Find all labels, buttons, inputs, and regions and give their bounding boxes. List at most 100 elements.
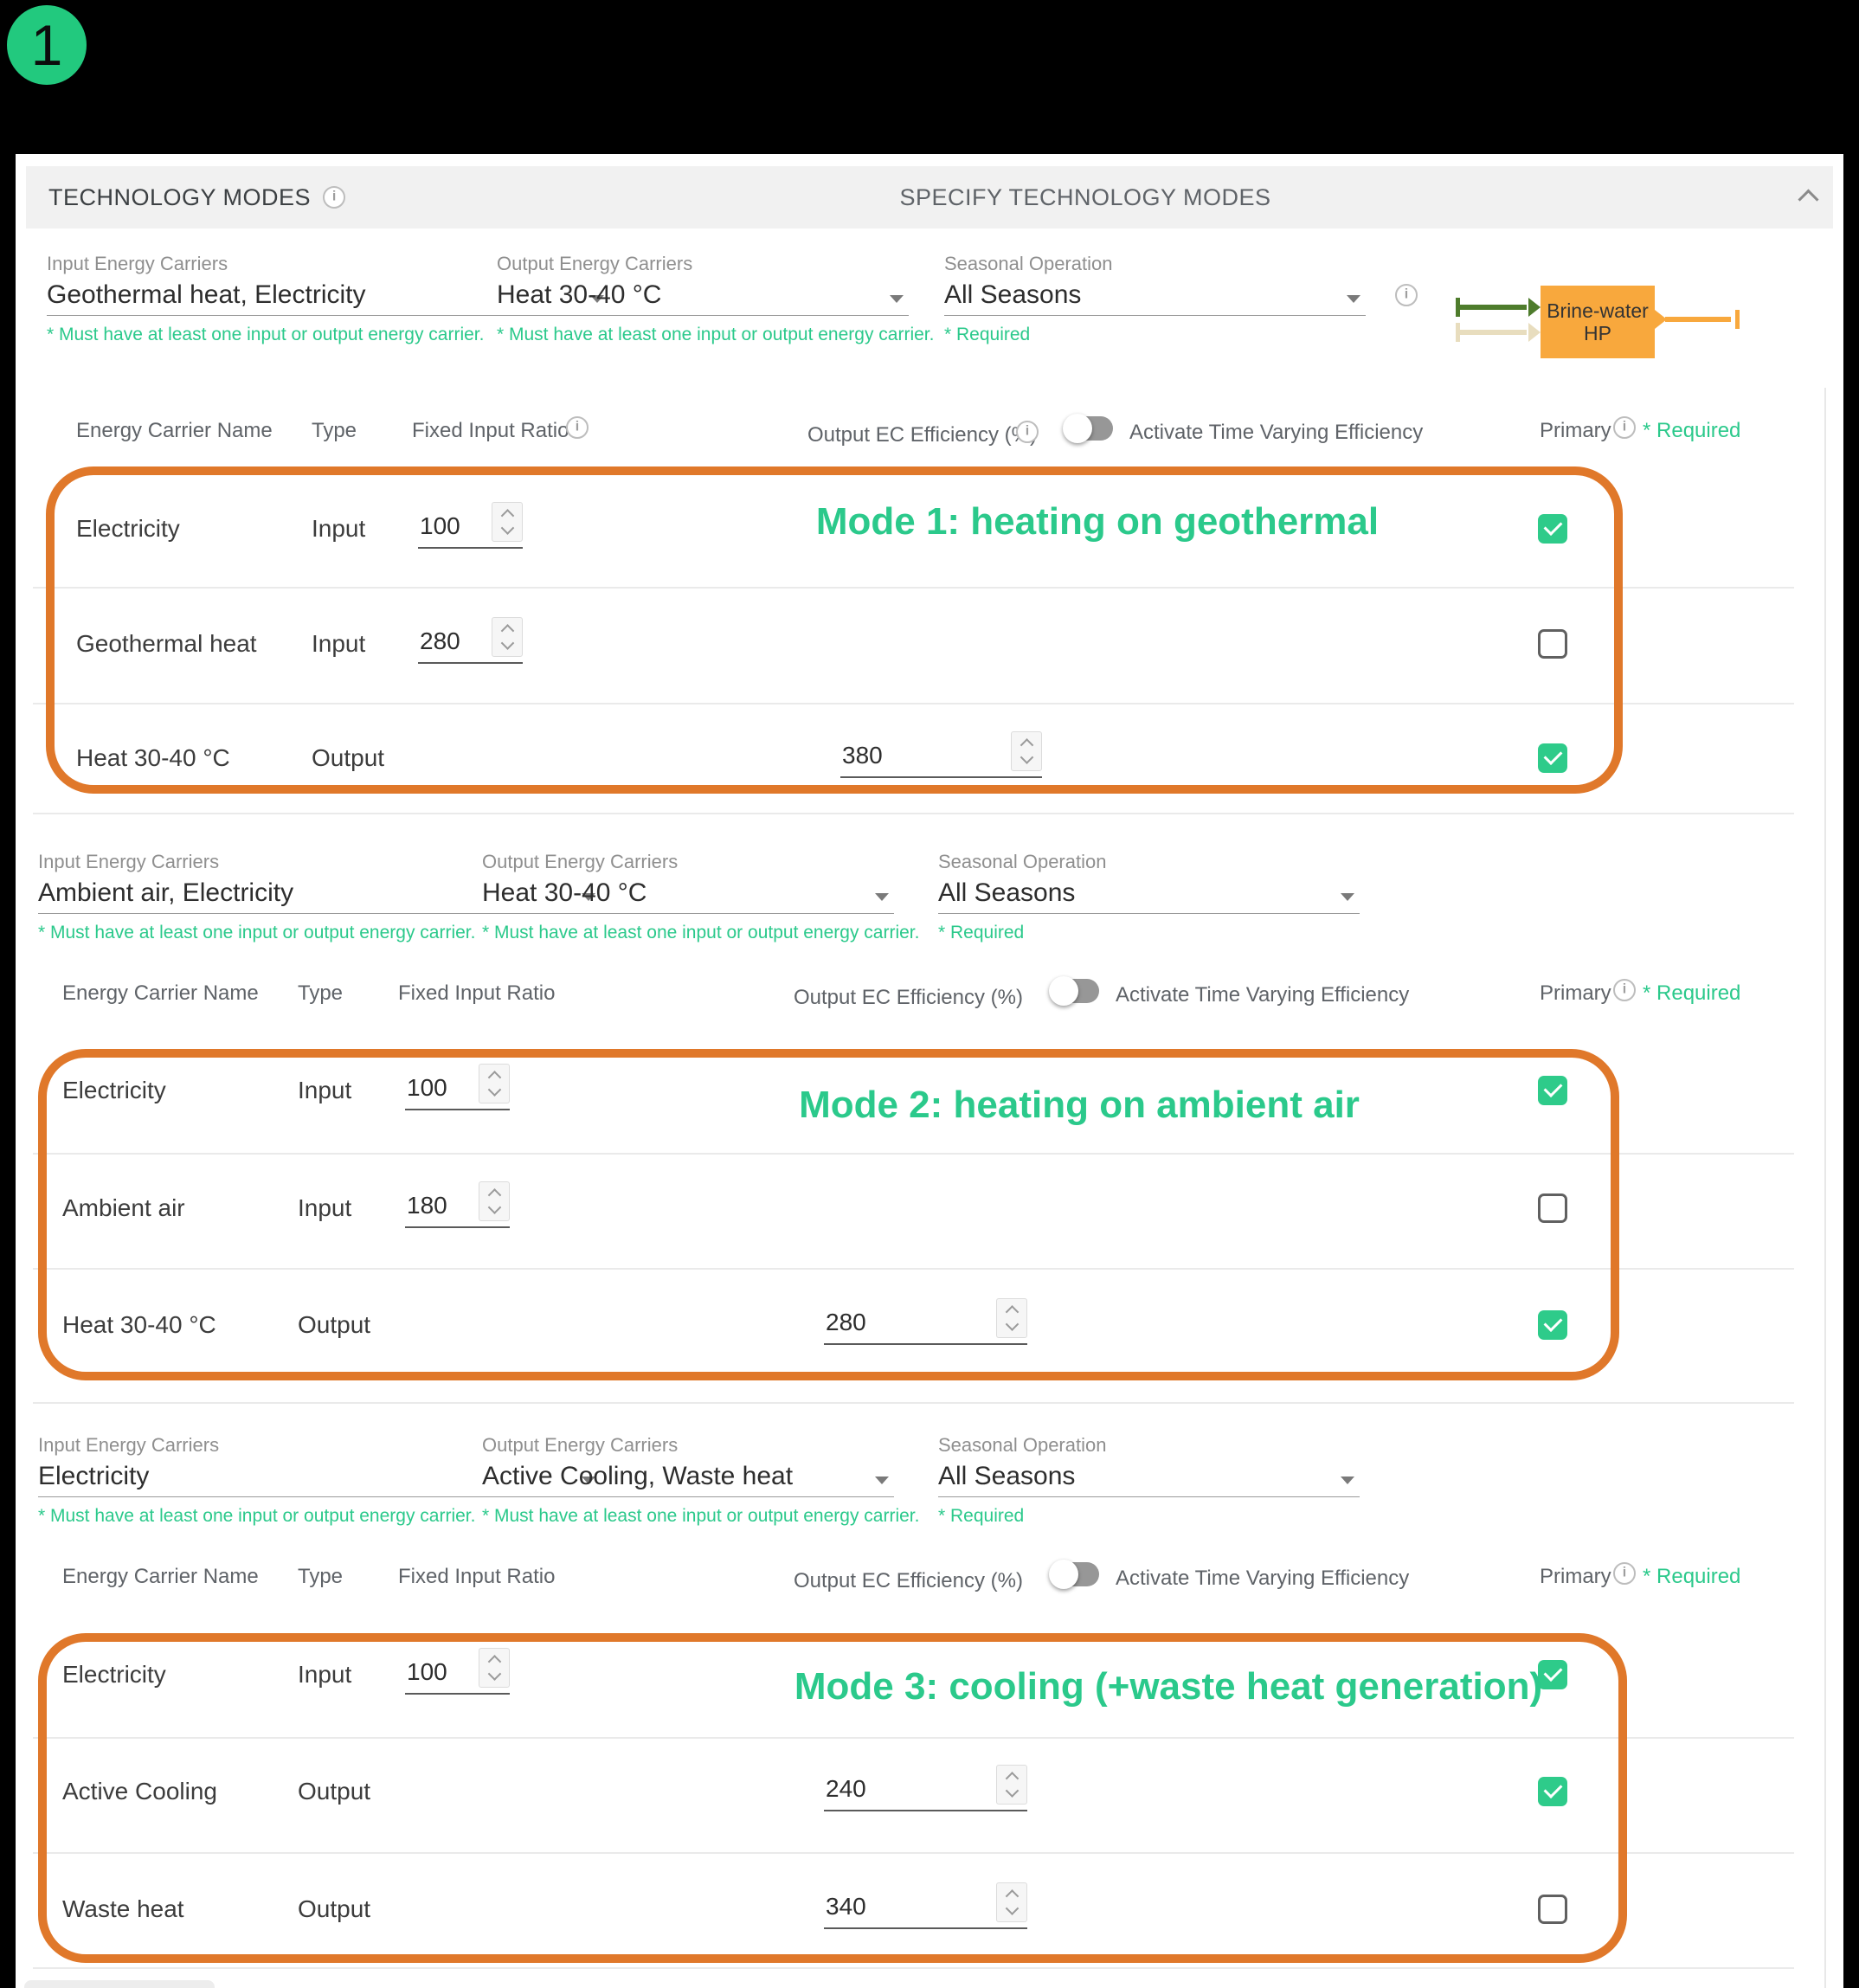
efficiency-value: 380: [842, 742, 883, 769]
info-icon[interactable]: [566, 416, 589, 439]
col-fixed-input-ratio: Fixed Input Ratio: [412, 419, 569, 443]
time-varying-efficiency-toggle[interactable]: [1049, 975, 1099, 1007]
primary-checkbox[interactable]: [1538, 1660, 1567, 1689]
col-fixed-input-ratio: Fixed Input Ratio: [398, 1565, 555, 1589]
row-carrier-name: Heat 30-40 °C: [76, 744, 230, 772]
ratio-value: 100: [420, 512, 460, 540]
row-carrier-type: Input: [298, 1194, 351, 1222]
number-stepper[interactable]: [996, 1298, 1027, 1338]
toggle-label: Activate Time Varying Efficiency: [1116, 1567, 1409, 1591]
ratio-value: 280: [420, 627, 460, 655]
output-efficiency-input[interactable]: 380: [840, 731, 1042, 778]
time-varying-efficiency-toggle[interactable]: [1063, 413, 1113, 444]
number-stepper[interactable]: [479, 1064, 510, 1103]
efficiency-value: 240: [826, 1775, 866, 1803]
mode1-seasonal-field: Seasonal Operation All Seasons * Require…: [944, 253, 1366, 345]
info-icon[interactable]: [1613, 1562, 1636, 1585]
fixed-input-ratio-input[interactable]: 100: [405, 1064, 510, 1110]
row-carrier-type: Output: [298, 1311, 370, 1339]
primary-checkbox[interactable]: [1538, 514, 1567, 544]
ratio-value: 180: [407, 1192, 447, 1219]
mode2-input-carriers-value: Ambient air, Electricity: [38, 878, 293, 908]
fixed-input-ratio-input[interactable]: 180: [405, 1181, 510, 1228]
col-energy-carrier-name: Energy Carrier Name: [62, 1565, 259, 1589]
row-divider: [33, 1153, 1794, 1155]
info-icon[interactable]: [1613, 979, 1636, 1001]
row-carrier-name: Electricity: [62, 1661, 166, 1689]
mode3-seasonal-helper: * Required: [938, 1506, 1360, 1527]
output-efficiency-input[interactable]: 340: [824, 1882, 1027, 1929]
row-carrier-type: Input: [312, 515, 365, 543]
mode1-output-carriers-select[interactable]: Heat 30-40 °C: [497, 279, 909, 316]
output-efficiency-input[interactable]: 240: [824, 1765, 1027, 1811]
mode3-output-carriers-select[interactable]: Active Cooling, Waste heat: [482, 1460, 894, 1497]
info-icon[interactable]: [323, 186, 345, 209]
fixed-input-ratio-input[interactable]: 100: [405, 1648, 510, 1695]
number-stepper[interactable]: [492, 502, 523, 542]
primary-checkbox[interactable]: [1538, 1895, 1567, 1924]
row-carrier-type: Input: [298, 1661, 351, 1689]
mode1-annotation-text: Mode 1: heating on geothermal: [621, 500, 1573, 544]
toggle-label: Activate Time Varying Efficiency: [1116, 983, 1409, 1007]
number-stepper[interactable]: [996, 1765, 1027, 1805]
primary-required-label: * Required: [1643, 1565, 1740, 1589]
input-arrow-green-icon: [1456, 298, 1541, 317]
row-carrier-type: Output: [312, 744, 384, 772]
mode1-seasonal-select[interactable]: All Seasons: [944, 279, 1366, 316]
primary-checkbox[interactable]: [1538, 1310, 1567, 1340]
mode1-annotation-outline: [46, 466, 1623, 794]
table-bottom-divider: [33, 813, 1794, 814]
output-carriers-label: Output Energy Carriers: [482, 851, 894, 873]
mode3-seasonal-field: Seasonal Operation All Seasons * Require…: [938, 1434, 1360, 1527]
seasonal-operation-label: Seasonal Operation: [938, 1434, 1360, 1457]
mode2-output-carriers-field: Output Energy Carriers Heat 30-40 °C * M…: [482, 851, 894, 943]
panel-title: TECHNOLOGY MODES: [48, 184, 311, 211]
col-energy-carrier-name: Energy Carrier Name: [62, 981, 259, 1006]
mode2-output-carriers-select[interactable]: Heat 30-40 °C: [482, 877, 894, 914]
row-carrier-name: Geothermal heat: [76, 630, 257, 658]
primary-checkbox[interactable]: [1538, 1777, 1567, 1806]
dropdown-caret-icon: [1341, 893, 1354, 901]
row-divider: [33, 1852, 1794, 1854]
mode2-output-helper: * Must have at least one input or output…: [482, 923, 894, 943]
time-varying-efficiency-toggle[interactable]: [1049, 1559, 1099, 1590]
primary-checkbox[interactable]: [1538, 743, 1567, 773]
col-output-ec-efficiency: Output EC Efficiency (%): [807, 423, 1037, 447]
primary-checkbox[interactable]: [1538, 1076, 1567, 1105]
number-stepper[interactable]: [1011, 731, 1042, 771]
table-bottom-divider: [33, 1402, 1794, 1404]
efficiency-value: 340: [826, 1893, 866, 1920]
fixed-input-ratio-input[interactable]: 280: [418, 617, 523, 664]
row-divider: [33, 1737, 1794, 1739]
info-icon[interactable]: [1395, 284, 1418, 306]
row-divider: [33, 587, 1794, 589]
dropdown-caret-icon: [1347, 295, 1360, 303]
info-icon[interactable]: [1613, 416, 1636, 439]
row-carrier-name: Active Cooling: [62, 1778, 217, 1805]
partial-button[interactable]: [24, 1980, 215, 1988]
mode3-seasonal-select[interactable]: All Seasons: [938, 1460, 1360, 1497]
primary-checkbox[interactable]: [1538, 1193, 1567, 1223]
chevron-up-icon[interactable]: [1797, 190, 1819, 206]
number-stepper[interactable]: [479, 1648, 510, 1688]
col-primary: Primary: [1540, 981, 1611, 1006]
primary-checkbox[interactable]: [1538, 629, 1567, 659]
diagram-label-line1: Brine-water: [1547, 299, 1649, 322]
input-arrow-beige-icon: [1456, 323, 1541, 342]
fixed-input-ratio-input[interactable]: 100: [418, 502, 523, 549]
mode3-annotation-text: Mode 3: cooling (+waste heat generation): [692, 1665, 1644, 1708]
output-arrow-orange-icon: [1655, 310, 1740, 329]
number-stepper[interactable]: [492, 617, 523, 657]
row-divider: [33, 1268, 1794, 1270]
step-badge: 1: [7, 5, 87, 85]
output-efficiency-input[interactable]: 280: [824, 1298, 1027, 1345]
number-stepper[interactable]: [996, 1882, 1027, 1922]
mode2-seasonal-field: Seasonal Operation All Seasons * Require…: [938, 851, 1360, 943]
mode2-seasonal-select[interactable]: All Seasons: [938, 877, 1360, 914]
number-stepper[interactable]: [479, 1181, 510, 1221]
mode2-seasonal-value: All Seasons: [938, 878, 1075, 908]
dropdown-caret-icon: [875, 893, 889, 901]
info-icon[interactable]: [1016, 421, 1039, 443]
mode3-input-carriers-value: Electricity: [38, 1462, 149, 1491]
col-output-ec-efficiency: Output EC Efficiency (%): [794, 986, 1023, 1010]
